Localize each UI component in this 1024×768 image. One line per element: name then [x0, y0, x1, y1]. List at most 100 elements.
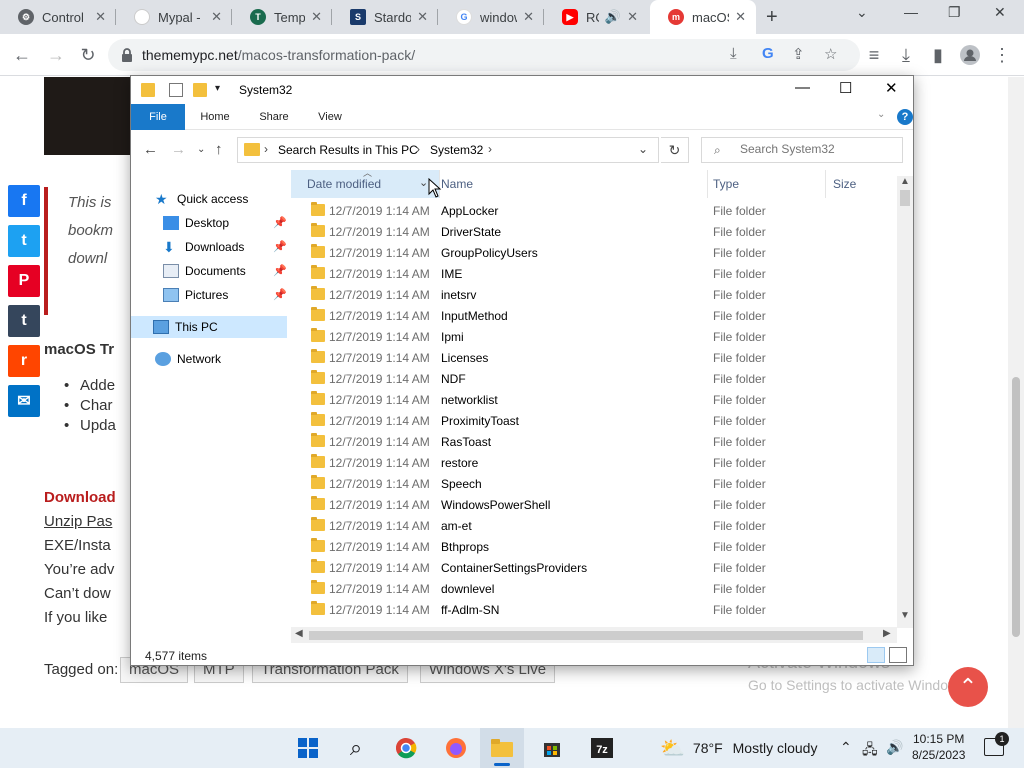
scrollbar-thumb[interactable] — [309, 631, 863, 640]
pin-icon[interactable]: 📌 — [273, 240, 287, 253]
table-row[interactable]: 12/7/2019 1:14 AM restore File folder — [291, 452, 891, 473]
new-folder-icon[interactable] — [193, 83, 207, 97]
breadcrumb-item[interactable]: Search Results in This PC — [278, 143, 418, 157]
table-row[interactable]: 12/7/2019 1:14 AM Bthprops File folder — [291, 536, 891, 557]
table-row[interactable]: 12/7/2019 1:14 AM NDF File folder — [291, 368, 891, 389]
clock[interactable]: 10:15 PM 8/25/2023 — [912, 731, 965, 763]
table-row[interactable]: 12/7/2019 1:14 AM IME File folder — [291, 263, 891, 284]
table-row[interactable]: 12/7/2019 1:14 AM Licenses File folder — [291, 347, 891, 368]
help-icon[interactable]: ? — [897, 109, 913, 125]
chrome-app-icon[interactable] — [384, 728, 428, 768]
column-size[interactable]: Size — [825, 170, 895, 198]
nav-desktop[interactable]: Desktop — [163, 212, 287, 234]
nav-quick-access[interactable]: ★ Quick access — [155, 188, 248, 210]
weather-widget[interactable]: ⛅ 78°F Mostly cloudy — [660, 728, 817, 768]
page-scrollbar[interactable] — [1008, 77, 1024, 728]
tab-view[interactable]: View — [311, 104, 349, 130]
close-icon[interactable]: ✕ — [311, 9, 322, 25]
start-button[interactable] — [286, 728, 330, 768]
column-filter-icon[interactable]: ⌄ — [419, 176, 428, 189]
close-icon[interactable]: ✕ — [417, 9, 428, 25]
back-button[interactable]: ← — [10, 43, 34, 67]
breadcrumb-separator-icon[interactable]: › — [264, 142, 268, 156]
minimize-button[interactable]: — — [795, 79, 810, 96]
tab-search-icon[interactable]: ⌄ — [856, 4, 868, 21]
menu-kebab-icon[interactable]: ⋮ — [990, 43, 1014, 67]
nav-pictures[interactable]: Pictures — [163, 284, 287, 306]
bookmark-star-icon[interactable]: ☆ — [824, 45, 837, 63]
column-date-modified[interactable]: ︿ Date modified ⌄ — [291, 170, 439, 198]
volume-icon[interactable]: 🔊 — [886, 739, 903, 756]
share-icon[interactable]: ⇪ — [792, 45, 805, 63]
nav-downloads[interactable]: ⬇ Downloads — [163, 236, 287, 258]
table-row[interactable]: 12/7/2019 1:14 AM Ipmi File folder — [291, 326, 891, 347]
close-window-button[interactable]: ✕ — [994, 4, 1006, 21]
table-row[interactable]: 12/7/2019 1:14 AM ContainerSettingsProvid… — [291, 557, 891, 578]
tab-share[interactable]: Share — [253, 104, 295, 130]
column-name[interactable]: Name — [439, 170, 707, 198]
nav-network[interactable]: Network — [155, 348, 221, 370]
twitter-share-button[interactable]: t — [8, 225, 40, 257]
page-scrollbar-thumb[interactable] — [1012, 377, 1020, 637]
reload-button[interactable]: ↻ — [76, 43, 100, 67]
forward-button[interactable]: → — [44, 43, 68, 67]
browser-tab[interactable]: G window ✕ — [438, 0, 544, 34]
tab-file[interactable]: File — [131, 104, 185, 130]
show-hidden-icons-icon[interactable]: ⌃ — [840, 739, 852, 756]
speaker-icon[interactable]: 🔊 — [605, 9, 621, 25]
reddit-share-button[interactable]: r — [8, 345, 40, 377]
tumblr-share-button[interactable]: t — [8, 305, 40, 337]
breadcrumb-item[interactable]: System32 — [430, 143, 483, 157]
tab-home[interactable]: Home — [193, 104, 237, 130]
scroll-to-top-button[interactable]: ⌃ — [948, 667, 988, 707]
pin-icon[interactable]: 📌 — [273, 264, 287, 277]
network-icon[interactable]: 🖧 — [862, 739, 878, 763]
browser-tab[interactable]: ▶ ROI 🔊 ✕ — [544, 0, 648, 34]
table-row[interactable]: 12/7/2019 1:14 AM InputMethod File folder — [291, 305, 891, 326]
forward-arrow-icon[interactable]: → — [171, 141, 186, 158]
table-row[interactable]: 12/7/2019 1:14 AM RasToast File folder — [291, 431, 891, 452]
browser-tab-active[interactable]: m macOS ✕ — [650, 0, 756, 34]
file-list-horizontal-scrollbar[interactable]: ◀ ▶ — [291, 627, 897, 643]
scroll-left-icon[interactable]: ◀ — [295, 628, 303, 639]
refresh-button[interactable]: ↻ — [661, 137, 689, 163]
address-bar[interactable]: thememypc.net/macos-transformation-pack/… — [108, 39, 860, 71]
table-row[interactable]: 12/7/2019 1:14 AM WindowsPowerShell File f… — [291, 494, 891, 515]
search-input[interactable] — [740, 142, 898, 156]
file-explorer-app-icon[interactable] — [480, 728, 524, 768]
breadcrumb-separator-icon[interactable]: › — [416, 142, 420, 156]
url-text[interactable]: thememypc.net/macos-transformation-pack/ — [142, 47, 415, 63]
expand-ribbon-icon[interactable]: ⌄ — [877, 109, 885, 120]
table-row[interactable]: 12/7/2019 1:14 AM DriverState File folder — [291, 221, 891, 242]
close-button[interactable]: ✕ — [885, 79, 898, 97]
close-icon[interactable]: ✕ — [95, 9, 106, 25]
downloads-icon[interactable]: ⤓ — [894, 43, 918, 67]
pin-icon[interactable]: 📌 — [273, 288, 287, 301]
7zip-app-icon[interactable]: 7z — [580, 728, 624, 768]
scroll-right-icon[interactable]: ▶ — [883, 628, 891, 639]
quick-access-dropdown-icon[interactable]: ▾ — [215, 83, 229, 97]
nav-documents[interactable]: Documents — [163, 260, 287, 282]
properties-icon[interactable] — [169, 83, 183, 97]
table-row[interactable]: 12/7/2019 1:14 AM ProximityToast File fold… — [291, 410, 891, 431]
recent-locations-icon[interactable]: ⌄ — [197, 144, 205, 155]
close-icon[interactable]: ✕ — [211, 9, 222, 25]
microsoft-store-app-icon[interactable] — [530, 728, 574, 768]
close-icon[interactable]: ✕ — [523, 9, 534, 25]
details-view-icon[interactable] — [867, 647, 885, 663]
scroll-down-icon[interactable]: ▼ — [900, 610, 910, 621]
browser-tab[interactable]: T Temp M ✕ — [232, 0, 332, 34]
scrollbar-thumb[interactable] — [900, 190, 910, 206]
download-icon[interactable]: ⤓ — [730, 45, 737, 62]
address-dropdown-icon[interactable]: ⌄ — [638, 142, 648, 156]
browser-tab[interactable]: Mypal - ✕ — [116, 0, 232, 34]
maximize-button[interactable]: ☐ — [839, 79, 852, 97]
restore-button[interactable]: ❐ — [948, 4, 961, 21]
new-tab-button[interactable]: + — [766, 6, 778, 29]
facebook-share-button[interactable]: f — [8, 185, 40, 217]
browser-tab[interactable]: ⚙ Control ✕ — [0, 0, 116, 34]
minimize-button[interactable]: — — [904, 4, 918, 20]
side-panel-icon[interactable]: ▮ — [926, 43, 950, 67]
lock-icon[interactable] — [118, 46, 136, 64]
table-row[interactable]: 12/7/2019 1:14 AM Speech File folder — [291, 473, 891, 494]
